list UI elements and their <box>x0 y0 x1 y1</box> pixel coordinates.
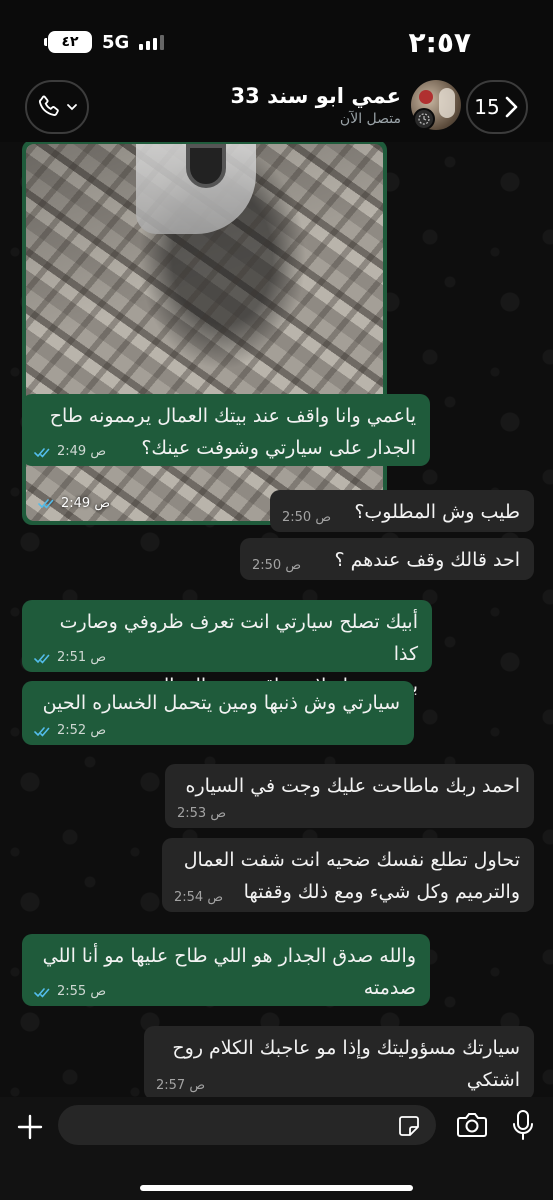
status-indicators: ٤٢ 5G <box>44 30 165 54</box>
incoming-message[interactable]: تحاول تطلع نفسك ضحيه انت شفت العمال والت… <box>162 838 534 912</box>
message-time: 2:53 ص <box>177 806 227 821</box>
message-meta: 2:51 ص <box>34 650 106 666</box>
message-line: احمد ربك ماطاحت عليك وجت في السياره <box>185 775 520 797</box>
message-time: 2:50 ص <box>252 558 302 573</box>
home-indicator <box>140 1185 413 1191</box>
message-line: ياعمي وانا واقف عند بيتك العمال يرممونه … <box>49 405 416 427</box>
message-time: 2:49 ص <box>57 444 107 459</box>
battery-level: ٤٢ <box>61 34 79 50</box>
message-composer <box>0 1097 553 1200</box>
message-meta: 2:57 ص <box>156 1078 205 1094</box>
message-meta: 2:50 ص <box>252 558 301 574</box>
message-meta: 2:50 ص <box>282 510 331 526</box>
read-tick-icon <box>34 726 50 737</box>
message-meta: 2:49 ص <box>34 444 106 460</box>
unread-count: 15 <box>474 95 500 119</box>
network-type: 5G <box>102 31 130 53</box>
message-line: اشتكي <box>466 1069 520 1091</box>
message-meta: 2:53 ص <box>177 806 226 822</box>
microphone-icon[interactable] <box>512 1109 534 1141</box>
status-bar: ٤٢ 5G ٢:٥٧ <box>0 0 553 78</box>
read-tick-icon <box>34 987 50 998</box>
battery-icon: ٤٢ <box>44 31 92 53</box>
message-time: 2:50 ص <box>282 510 332 525</box>
sticker-icon[interactable] <box>398 1115 420 1137</box>
message-list[interactable]: 2:49 ص ياعمي وانا واقف عند بيتك العمال ي… <box>0 142 553 1097</box>
incoming-message[interactable]: احد قالك وقف عندهم ؟ 2:50 ص <box>240 538 534 580</box>
back-button[interactable]: 15 <box>466 80 528 134</box>
status-time: ٢:٥٧ <box>408 26 471 59</box>
message-line: سيارتي وش ذنبها ومين يتحمل الخساره الحين <box>42 692 400 714</box>
message-line: والترميم وكل شيء ومع ذلك وقفتها <box>243 881 520 903</box>
attach-button[interactable] <box>14 1111 46 1143</box>
message-meta: 2:54 ص <box>174 890 223 906</box>
contact-name[interactable]: عمي ابو سند 33 <box>231 84 401 108</box>
message-meta: 2:55 ص <box>34 984 106 1000</box>
message-time: 2:49 ص <box>61 496 111 511</box>
disappearing-timer-icon <box>413 108 435 130</box>
outgoing-message[interactable]: والله صدق الجدار هو اللي طاح عليها مو أن… <box>22 934 430 1006</box>
tire-photo-detail <box>186 144 226 188</box>
signal-icon <box>139 34 165 50</box>
message-time: 2:52 ص <box>57 723 107 738</box>
message-time: 2:55 ص <box>57 984 107 999</box>
read-tick-icon <box>38 499 54 509</box>
message-input[interactable] <box>58 1105 436 1145</box>
phone-icon <box>38 95 59 116</box>
message-meta: 2:49 ص <box>38 496 110 511</box>
chevron-down-icon <box>67 104 77 111</box>
camera-icon[interactable] <box>456 1111 488 1139</box>
call-button[interactable] <box>25 80 89 134</box>
chevron-left-icon <box>505 96 518 118</box>
read-tick-icon <box>34 653 50 664</box>
contact-status: متصل الآن <box>339 111 401 127</box>
incoming-message[interactable]: احمد ربك ماطاحت عليك وجت في السياره 2:53… <box>165 764 534 828</box>
outgoing-message[interactable]: ياعمي وانا واقف عند بيتك العمال يرممونه … <box>22 394 430 466</box>
message-line: تحاول تطلع نفسك ضحيه انت شفت العمال <box>183 849 520 871</box>
outgoing-message[interactable]: أبيك تصلح سيارتي انت تعرف ظروفي وصارت كذ… <box>22 600 432 697</box>
message-line: والله صدق الجدار هو اللي طاح عليها مو أن… <box>42 945 416 967</box>
incoming-message[interactable]: سيارتك مسؤوليتك وإذا مو عاجبك الكلام روح… <box>144 1026 534 1097</box>
read-tick-icon <box>34 447 50 458</box>
incoming-message[interactable]: طيب وش المطلوب؟ 2:50 ص <box>270 490 534 532</box>
image-message[interactable]: 2:49 ص <box>22 142 387 525</box>
outgoing-message[interactable]: سيارتي وش ذنبها ومين يتحمل الخساره الحين… <box>22 681 414 745</box>
message-time: 2:54 ص <box>174 890 224 905</box>
message-meta: 2:52 ص <box>34 723 106 739</box>
message-time: 2:51 ص <box>57 650 107 665</box>
plus-icon <box>17 1114 43 1140</box>
message-time: 2:57 ص <box>156 1078 206 1093</box>
message-line: سيارتك مسؤوليتك وإذا مو عاجبك الكلام روح <box>172 1037 520 1059</box>
chat-header: عمي ابو سند 33 متصل الآن 15 <box>0 78 553 142</box>
